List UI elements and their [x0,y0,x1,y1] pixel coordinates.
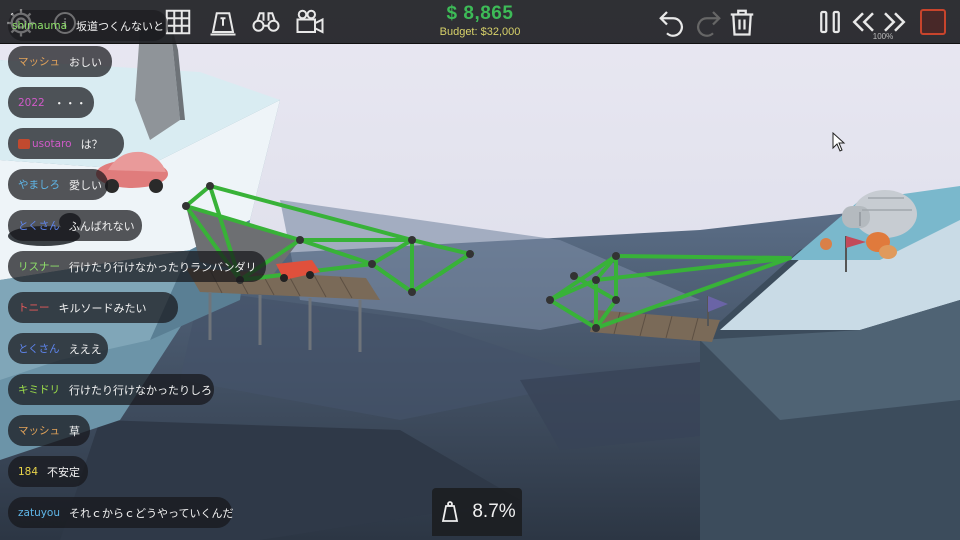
chat-text: ・・・ [53,96,87,110]
user-badge-icon [18,138,30,149]
chat-message: キミドリ 行けたり行けなかったりしろ [8,374,214,405]
chat-username: 2022 [18,96,45,109]
chat-text: えええ [68,342,102,356]
money-display: $ 8,865 Budget: $32,000 [420,3,540,39]
chat-username: トニー [18,302,50,314]
chat-text: 愛しい [69,178,102,192]
chat-message: とくさん えええ [8,333,108,364]
chat-text: 草 [69,424,80,438]
chat-message: マッシュ草 [8,415,90,446]
chat-text: 行けたり行けなかったりランバンダリ [69,260,257,274]
chat-text: キルソードみたい [58,301,147,315]
camera-icon[interactable] [292,4,328,40]
speed-label: 100% [872,32,894,41]
chat-username: shimauma [12,19,68,32]
chat-message: shimauma 坂道つくんないと [8,10,168,41]
chat-username: マッシュ [18,56,60,68]
chat-message: zatuyou それｃからｃどうやっていくんだ [8,497,234,528]
chat-text: おしい [69,55,102,69]
binoculars-icon[interactable] [248,4,284,40]
chat-username: とくさん [18,220,60,232]
undo-icon[interactable] [654,4,690,40]
chat-username: リスナー [18,261,60,273]
weight-icon[interactable] [205,4,241,40]
budget-label: Budget: $32,000 [439,26,521,38]
weight-icon [442,501,459,522]
chat-message: とくさん ふんばれない [8,210,142,241]
chat-text: ふんばれない [68,219,135,233]
chat-message: やましろ 愛しい [8,169,108,200]
chat-message: 2022 ・・・ [8,87,94,118]
pause-icon[interactable] [812,4,848,40]
stop-icon[interactable] [920,9,946,35]
chat-username: zatuyou [18,506,61,519]
chat-message: 184 不安定 [8,456,88,487]
chat-text: 行けたり行けなかったりしろ [69,383,212,397]
chat-message: マッシュ おしい [8,46,112,77]
stress-value: 8.7% [472,501,516,522]
chat-username: マッシュ [18,425,60,437]
chat-text: は？ [80,137,103,151]
chat-message: usotaro は？ [8,128,124,159]
redo-icon[interactable] [690,4,726,40]
chat-username: usotaro [32,137,72,150]
stress-meter: 8.7% [432,488,522,536]
chat-username: やましろ [18,179,60,191]
chat-text: それｃからｃどうやっていくんだ [69,506,234,520]
chat-username: 184 [18,465,39,478]
chat-text: 不安定 [47,465,81,479]
chat-username: とくさん [18,343,60,355]
chat-message: リスナー 行けたり行けなかったりランバンダリ [8,251,266,282]
chat-message: トニー キルソードみたい [8,292,178,323]
money-remaining: $ 8,865 [446,3,514,24]
chat-text: 坂道つくんないと [76,19,165,33]
trash-icon[interactable] [724,4,760,40]
chat-username: キミドリ [18,384,60,396]
cursor-icon [832,132,846,152]
